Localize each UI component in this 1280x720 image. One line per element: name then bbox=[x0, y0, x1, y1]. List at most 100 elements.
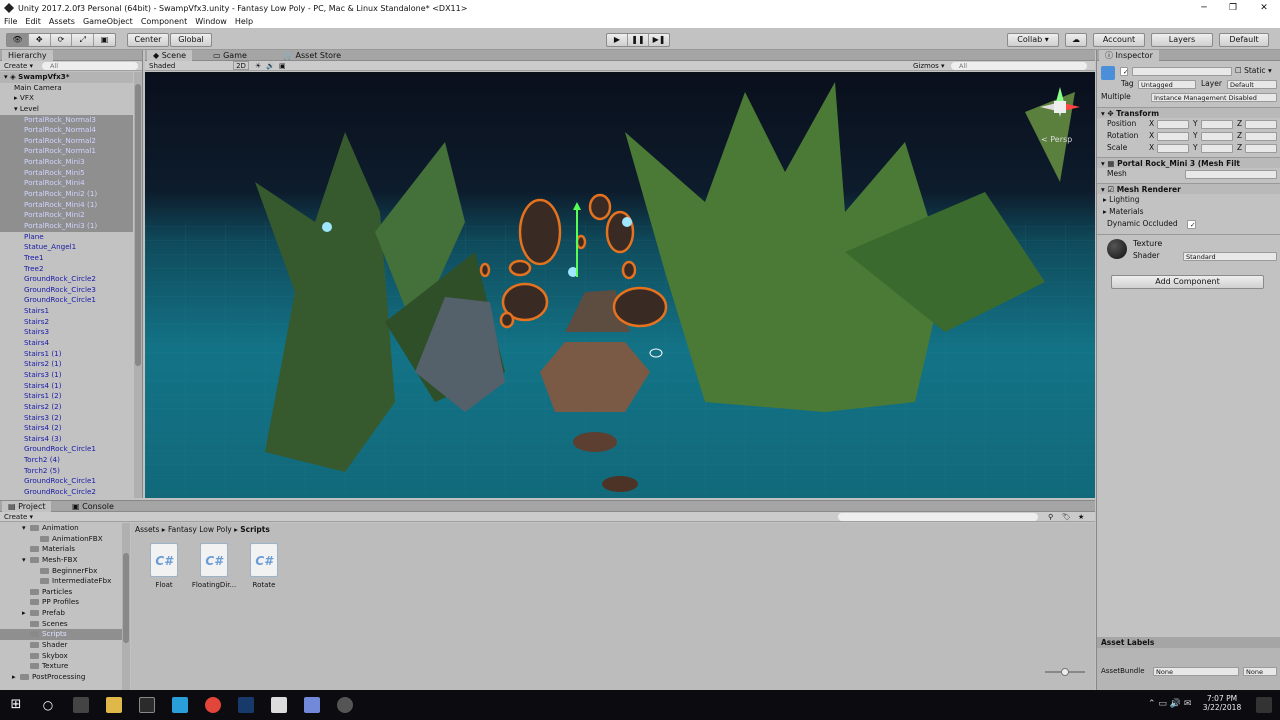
menu-file[interactable]: File bbox=[4, 16, 17, 28]
hierarchy-item[interactable]: Stairs3 (1) bbox=[0, 370, 133, 381]
menu-edit[interactable]: Edit bbox=[25, 16, 41, 28]
layer-dropdown[interactable]: Default bbox=[1227, 80, 1277, 89]
hierarchy-search-input[interactable]: All bbox=[42, 62, 138, 70]
project-folder-item[interactable]: Scripts bbox=[0, 629, 122, 641]
hierarchy-item[interactable]: PortalRock_Mini2 (1) bbox=[0, 189, 133, 200]
tab-inspector[interactable]: ⓘ Inspector bbox=[1099, 50, 1159, 61]
hierarchy-item[interactable]: GroundRock_Circle2 bbox=[0, 274, 133, 285]
chrome-icon[interactable] bbox=[205, 697, 221, 713]
project-folder-item[interactable]: Skybox bbox=[0, 651, 122, 662]
layout-dropdown[interactable]: Default bbox=[1219, 33, 1269, 47]
tab-console[interactable]: ▣ Console bbox=[66, 501, 120, 512]
pause-button[interactable]: ❚❚ bbox=[627, 34, 648, 46]
file-explorer-icon[interactable] bbox=[106, 697, 122, 713]
app-m-icon[interactable] bbox=[172, 697, 188, 713]
asset-floatingdir[interactable]: C# FloatingDir... bbox=[190, 543, 238, 589]
transform-value-field[interactable] bbox=[1157, 120, 1189, 129]
lighting-foldout[interactable]: ▸ Lighting bbox=[1103, 195, 1139, 205]
hierarchy-item[interactable]: Stairs1 bbox=[0, 306, 133, 317]
hierarchy-item[interactable]: GroundRock_Circle2 bbox=[0, 487, 133, 498]
minimize-button[interactable]: ─ bbox=[1190, 0, 1218, 16]
pivot-global-button[interactable]: Global bbox=[170, 33, 212, 47]
add-component-button[interactable]: Add Component bbox=[1111, 275, 1264, 289]
tag-dropdown[interactable]: Untagged bbox=[1138, 80, 1196, 89]
transform-value-field[interactable] bbox=[1245, 120, 1277, 129]
pivot-center-button[interactable]: Center bbox=[127, 33, 169, 47]
project-folder-item[interactable]: PP Profiles bbox=[0, 597, 122, 608]
notifications-icon[interactable] bbox=[1256, 697, 1272, 713]
discord-icon[interactable] bbox=[304, 697, 320, 713]
hierarchy-item[interactable]: Statue_Angel1 bbox=[0, 242, 133, 253]
effects-toggle-icon[interactable]: ▣ bbox=[279, 61, 286, 71]
project-folder-item[interactable]: ▸ Prefab bbox=[0, 608, 122, 619]
scene-search-input[interactable]: All bbox=[951, 62, 1087, 70]
menu-component[interactable]: Component bbox=[141, 16, 187, 28]
transform-value-field[interactable] bbox=[1245, 144, 1277, 153]
hand-tool-icon[interactable]: 👁 bbox=[7, 34, 28, 46]
project-folder-item[interactable]: Shader bbox=[0, 640, 122, 651]
tray-icons[interactable]: ⌃ ▭ 🔊 ✉ bbox=[1148, 699, 1191, 709]
rotate-tool-icon[interactable]: ⟳ bbox=[49, 34, 72, 46]
cloud-icon[interactable]: ☁ bbox=[1065, 33, 1087, 47]
menu-assets[interactable]: Assets bbox=[49, 16, 75, 28]
persp-label[interactable]: < Persp bbox=[1041, 135, 1072, 144]
gizmos-dropdown[interactable]: Gizmos ▾ bbox=[913, 61, 945, 71]
close-button[interactable]: ✕ bbox=[1250, 0, 1278, 16]
hierarchy-item[interactable]: PortalRock_Normal2 bbox=[0, 135, 133, 147]
project-folder-item[interactable]: ▾ Mesh-FBX bbox=[0, 555, 122, 566]
transform-value-field[interactable] bbox=[1157, 144, 1189, 153]
lighting-toggle-icon[interactable]: ☀ bbox=[255, 61, 261, 71]
materials-foldout[interactable]: ▸ Materials bbox=[1103, 207, 1144, 217]
project-folder-item[interactable]: BeginnerFbx bbox=[0, 566, 122, 577]
breadcrumb-fantasy[interactable]: Fantasy Low Poly bbox=[168, 525, 232, 534]
project-folder-item[interactable]: Materials bbox=[0, 544, 122, 555]
move-tool-icon[interactable]: ✥ bbox=[27, 34, 50, 46]
scene-viewport[interactable]: < Persp bbox=[145, 72, 1095, 498]
tab-game[interactable]: ▭ Game bbox=[207, 50, 253, 61]
hierarchy-item[interactable]: PortalRock_Mini4 (1) bbox=[0, 199, 133, 211]
menu-window[interactable]: Window bbox=[195, 16, 227, 28]
asset-float[interactable]: C# Float bbox=[140, 543, 188, 589]
hierarchy-item[interactable]: PortalRock_Mini2 bbox=[0, 210, 133, 221]
project-folder-item[interactable]: AnimationFBX bbox=[0, 534, 122, 545]
hierarchy-item[interactable]: Stairs4 bbox=[0, 338, 133, 349]
transform-value-field[interactable] bbox=[1201, 132, 1233, 141]
project-create-button[interactable]: Create ▾ bbox=[4, 513, 33, 521]
filter-by-type-icon[interactable]: ⚲ bbox=[1048, 512, 1053, 522]
project-folder-item[interactable]: ▾ Animation bbox=[0, 523, 122, 534]
task-view-icon[interactable] bbox=[73, 697, 89, 713]
hierarchy-item[interactable]: GroundRock_Circle3 bbox=[0, 285, 133, 296]
hierarchy-item[interactable]: Stairs4 (3) bbox=[0, 434, 133, 445]
hierarchy-item[interactable]: Stairs1 (1) bbox=[0, 349, 133, 360]
collab-button[interactable]: Collab ▾ bbox=[1007, 33, 1059, 47]
transform-component-header[interactable]: ▾ ✥ Transform bbox=[1097, 107, 1280, 118]
hierarchy-item[interactable]: Stairs3 (2) bbox=[0, 413, 133, 424]
2d-toggle[interactable]: 2D bbox=[233, 61, 249, 70]
hierarchy-item[interactable]: PortalRock_Normal3 bbox=[0, 114, 133, 126]
hierarchy-item[interactable]: GroundRock_Circle1 bbox=[0, 295, 133, 306]
static-checkbox[interactable]: ☐ Static ▾ bbox=[1235, 66, 1272, 76]
hierarchy-item[interactable]: PortalRock_Mini5 bbox=[0, 167, 133, 179]
obs-icon[interactable] bbox=[337, 697, 353, 713]
layers-dropdown[interactable]: Layers bbox=[1151, 33, 1213, 47]
dynamic-occluded-checkbox[interactable]: ✓ bbox=[1187, 220, 1196, 229]
transform-value-field[interactable] bbox=[1157, 132, 1189, 141]
search-icon[interactable]: ○ bbox=[40, 697, 56, 713]
hierarchy-item[interactable]: PortalRock_Normal4 bbox=[0, 125, 133, 136]
hierarchy-item[interactable]: Stairs4 (1) bbox=[0, 381, 133, 392]
hierarchy-item[interactable]: Torch2 (4) bbox=[0, 455, 133, 466]
project-search-input[interactable] bbox=[838, 513, 1038, 521]
tab-project[interactable]: ▤ Project bbox=[2, 501, 52, 512]
tab-hierarchy[interactable]: Hierarchy bbox=[2, 50, 53, 61]
hierarchy-item[interactable]: PortalRock_Mini3 (1) bbox=[0, 220, 133, 232]
hierarchy-item[interactable]: Tree2 bbox=[0, 264, 133, 275]
project-folder-item[interactable]: Texture bbox=[0, 661, 122, 672]
hierarchy-item[interactable]: Main Camera bbox=[0, 83, 133, 94]
hierarchy-item[interactable]: GroundRock_Circle1 bbox=[0, 476, 133, 487]
assetbundle-variant-dropdown[interactable]: None bbox=[1243, 667, 1277, 676]
project-folder-item[interactable]: Particles bbox=[0, 587, 122, 598]
breadcrumb-assets[interactable]: Assets bbox=[135, 525, 159, 534]
hierarchy-item[interactable]: Stairs1 (2) bbox=[0, 391, 133, 402]
hierarchy-item[interactable]: PortalRock_Mini4 bbox=[0, 178, 133, 190]
menu-gameobject[interactable]: GameObject bbox=[83, 16, 133, 28]
